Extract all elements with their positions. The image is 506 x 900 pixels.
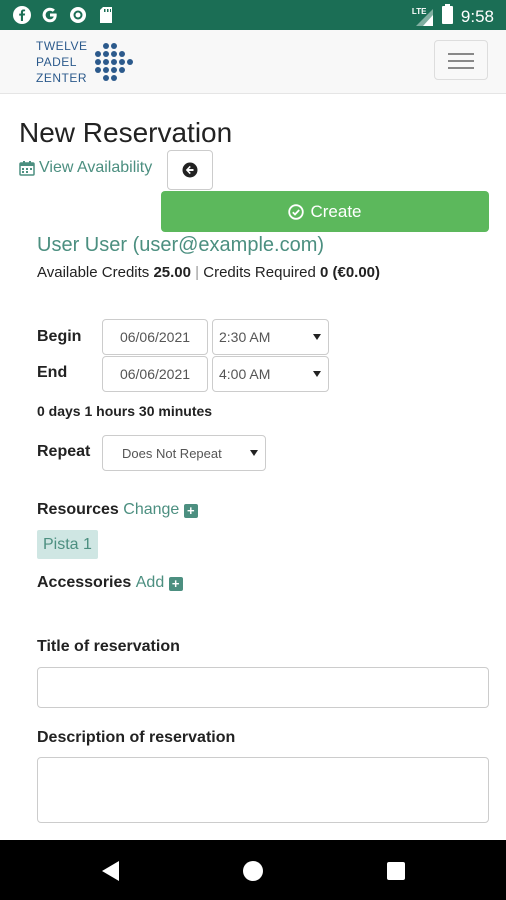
network-type: LTE xyxy=(411,6,427,16)
begin-time-select[interactable]: 2:30 AM xyxy=(212,319,329,355)
accessories-row: Accessories Add + xyxy=(37,574,183,592)
hamburger-icon xyxy=(448,53,474,55)
resources-row: Resources Change + xyxy=(37,501,198,519)
resource-chip: Pista 1 xyxy=(37,530,98,559)
chevron-down-icon xyxy=(250,450,258,456)
credits-info: Available Credits 25.00 | Credits Requir… xyxy=(37,264,380,281)
logo-dots-icon xyxy=(95,43,133,81)
nav-recents-icon[interactable] xyxy=(387,862,405,880)
nav-home-icon[interactable] xyxy=(243,861,263,881)
plus-square-icon: + xyxy=(168,577,183,591)
page-title: New Reservation xyxy=(19,117,233,148)
sd-card-icon xyxy=(96,5,116,25)
end-time-value: 4:00 AM xyxy=(219,366,271,382)
end-label: End xyxy=(37,364,68,381)
battery-icon xyxy=(441,4,453,29)
system-status: LTE 9:58 xyxy=(411,4,494,29)
logo-line: ZENTER xyxy=(36,71,87,85)
menu-button[interactable] xyxy=(434,40,488,80)
calendar-icon xyxy=(19,161,35,176)
view-availability-link[interactable]: View Availability xyxy=(19,159,152,177)
create-button[interactable]: Create xyxy=(161,191,489,232)
hamburger-icon xyxy=(448,67,474,69)
available-credits-label: Available Credits xyxy=(37,264,150,281)
app-header: TWELVE PADEL ZENTER xyxy=(0,30,506,94)
title-label: Title of reservation xyxy=(37,638,180,655)
chevron-down-icon xyxy=(313,371,321,377)
accessories-label: Accessories xyxy=(37,574,132,591)
begin-date-input[interactable]: 06/06/2021 xyxy=(102,319,208,355)
credits-required-label: Credits Required xyxy=(203,264,316,281)
status-bar: LTE 9:58 xyxy=(0,0,506,30)
end-date-value: 06/06/2021 xyxy=(119,366,191,382)
clock: 9:58 xyxy=(460,6,494,26)
credits-required-value: 0 (€0.00) xyxy=(319,264,381,281)
repeat-value: Does Not Repeat xyxy=(122,445,222,461)
available-credits-value: 25.00 xyxy=(153,264,191,281)
end-time-select[interactable]: 4:00 AM xyxy=(212,356,329,392)
view-availability-label: View Availability xyxy=(39,159,153,176)
arrow-circle-left-icon xyxy=(182,162,198,178)
logo-line: TWELVE xyxy=(36,39,88,53)
repeat-label: Repeat xyxy=(37,443,91,460)
plus-square-icon: + xyxy=(183,504,198,518)
google-icon xyxy=(40,5,60,25)
back-button[interactable] xyxy=(167,150,213,190)
begin-date-value: 06/06/2021 xyxy=(119,329,191,345)
main-content: New Reservation View Availability Create… xyxy=(0,95,506,840)
user-name: User User (user@example.com) xyxy=(37,234,325,256)
begin-time-value: 2:30 AM xyxy=(219,329,271,345)
hamburger-icon xyxy=(448,60,474,62)
end-date-input[interactable]: 06/06/2021 xyxy=(102,356,208,392)
logo-text: TWELVE PADEL ZENTER xyxy=(36,38,87,86)
resources-label: Resources xyxy=(37,501,119,518)
check-circle-icon xyxy=(288,203,305,220)
logo[interactable]: TWELVE PADEL ZENTER xyxy=(36,38,136,86)
duration-text: 0 days 1 hours 30 minutes xyxy=(37,403,213,419)
credits-separator: | xyxy=(195,264,200,281)
nav-back-icon[interactable] xyxy=(102,861,119,881)
record-icon xyxy=(68,5,88,25)
notification-icons xyxy=(12,5,116,25)
system-nav-bar xyxy=(0,840,506,900)
logo-line: PADEL xyxy=(36,55,77,69)
facebook-icon xyxy=(12,5,32,25)
change-resources-link[interactable]: Change + xyxy=(123,501,198,518)
description-label: Description of reservation xyxy=(37,729,236,746)
begin-label: Begin xyxy=(37,328,82,345)
create-label: Create xyxy=(310,201,362,221)
add-accessories-link[interactable]: Add + xyxy=(136,574,183,591)
change-resources-label: Change xyxy=(123,501,180,518)
add-accessories-label: Add xyxy=(135,574,165,591)
description-textarea[interactable] xyxy=(37,757,489,823)
signal-icon: LTE xyxy=(411,6,434,27)
chevron-down-icon xyxy=(313,334,321,340)
title-input[interactable] xyxy=(37,667,489,708)
repeat-select[interactable]: Does Not Repeat xyxy=(102,435,266,471)
